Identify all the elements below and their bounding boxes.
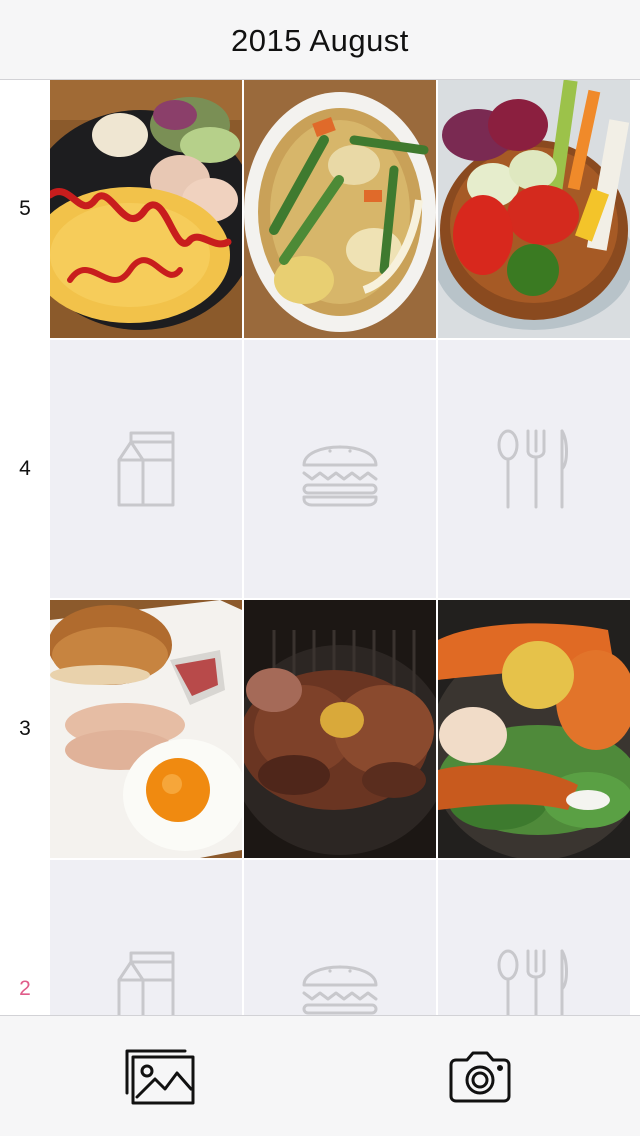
- add-lunch-slot[interactable]: [244, 340, 436, 598]
- bread-egg-ham-photo: [50, 600, 242, 858]
- omelette-plate-photo: [50, 80, 242, 338]
- day-number: 3: [19, 717, 31, 740]
- day-row: 5: [0, 80, 640, 340]
- add-dinner-slot[interactable]: [438, 340, 630, 598]
- add-dinner-slot[interactable]: [438, 860, 630, 1015]
- grilled-chicken-photo: [438, 600, 630, 858]
- cutlery-icon: [497, 429, 568, 509]
- meal-photo-dinner[interactable]: [438, 80, 630, 338]
- meal-photo-breakfast[interactable]: [50, 600, 242, 858]
- grilled-steak-photo: [244, 600, 436, 858]
- meal-photo-breakfast[interactable]: [50, 80, 242, 338]
- bottom-toolbar: [0, 1015, 640, 1136]
- meal-photo-lunch[interactable]: [244, 80, 436, 338]
- milk-carton-icon: [117, 431, 175, 507]
- add-lunch-slot[interactable]: [244, 860, 436, 1015]
- fresh-vegetables-photo: [438, 80, 630, 338]
- photo-library-icon: [125, 1049, 195, 1104]
- day-row-today: 2: [0, 860, 640, 1015]
- day-number: 5: [19, 197, 31, 220]
- vegetable-soup-photo: [244, 80, 436, 338]
- meal-calendar-grid[interactable]: 5 4 3 2: [0, 80, 640, 1015]
- cutlery-icon: [497, 949, 568, 1015]
- meal-photo-dinner[interactable]: [438, 600, 630, 858]
- add-breakfast-slot[interactable]: [50, 860, 242, 1015]
- camera-button[interactable]: [380, 1016, 580, 1136]
- month-title[interactable]: 2015 August: [231, 21, 409, 59]
- day-number-today: 2: [19, 977, 31, 1000]
- day-row: 3: [0, 600, 640, 860]
- camera-icon: [449, 1051, 511, 1102]
- navigation-bar: 2015 August: [0, 0, 640, 80]
- meal-photo-lunch[interactable]: [244, 600, 436, 858]
- burger-icon: [302, 445, 378, 507]
- day-number: 4: [19, 457, 31, 480]
- day-row: 4: [0, 340, 640, 600]
- burger-icon: [302, 965, 378, 1015]
- milk-carton-icon: [117, 951, 175, 1015]
- photo-library-button[interactable]: [60, 1016, 260, 1136]
- add-breakfast-slot[interactable]: [50, 340, 242, 598]
